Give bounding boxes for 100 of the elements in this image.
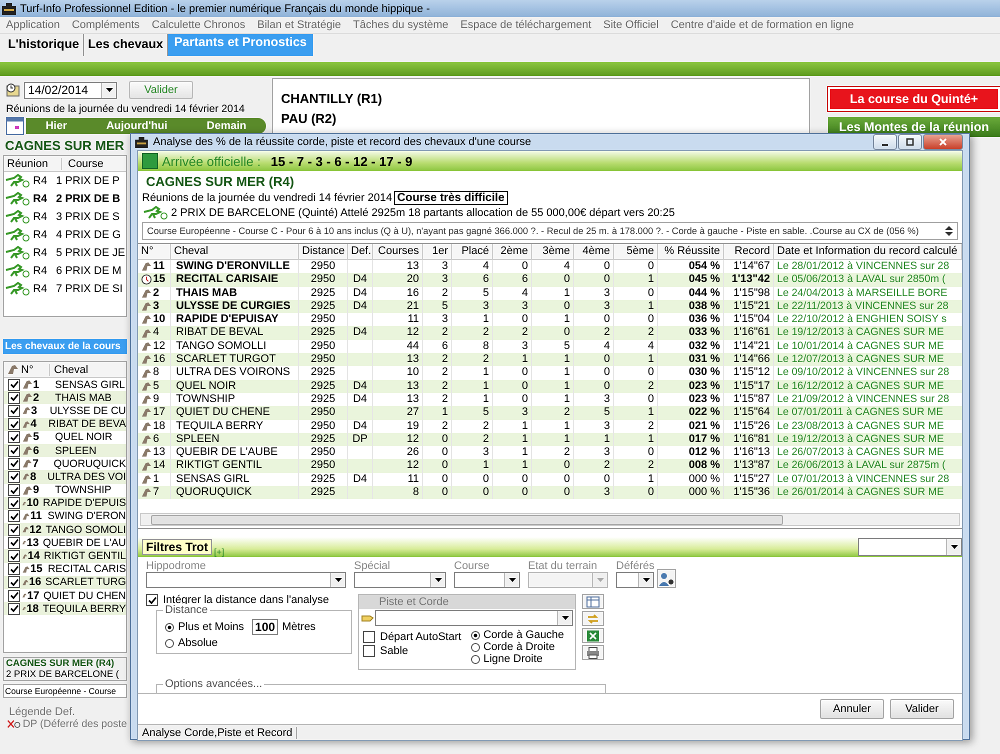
radio-button[interactable] bbox=[471, 654, 480, 664]
printer-icon[interactable] bbox=[582, 645, 604, 660]
column-header[interactable]: Def. bbox=[348, 244, 373, 259]
dialog-button[interactable]: Valider bbox=[890, 699, 954, 719]
race-row[interactable]: R4 7 PRIX DE SI bbox=[4, 280, 126, 298]
column-header[interactable]: Date et Information du record calculé bbox=[774, 244, 962, 259]
checkbox[interactable] bbox=[8, 404, 20, 417]
minimize-button[interactable] bbox=[873, 134, 897, 150]
trotter-icon bbox=[4, 174, 32, 188]
menu-item[interactable]: Centre d'aide et de formation en ligne bbox=[670, 19, 854, 31]
race-row[interactable]: R4 4 PRIX DE G bbox=[4, 226, 126, 244]
checkbox[interactable] bbox=[8, 602, 20, 615]
maximize-button[interactable] bbox=[898, 134, 922, 150]
table-cell: 038 % bbox=[658, 300, 724, 314]
column-header[interactable]: Courses bbox=[373, 244, 423, 259]
column-header[interactable]: 3ème bbox=[532, 244, 574, 259]
table-cell: 2 bbox=[423, 326, 452, 340]
tab[interactable]: L'historique bbox=[4, 34, 84, 56]
checkbox[interactable] bbox=[8, 484, 20, 496]
race-row[interactable]: R4 5 PRIX DE JE bbox=[4, 244, 126, 262]
column-header[interactable]: Cheval bbox=[171, 244, 299, 259]
table-cell: 008 % bbox=[658, 459, 724, 473]
table-cell-text: Le 26/07/2013 à CAGNES SUR ME bbox=[776, 446, 945, 460]
unit-label: Mètres bbox=[282, 621, 316, 633]
table-icon[interactable] bbox=[582, 594, 604, 609]
checkbox[interactable] bbox=[8, 536, 20, 549]
checkbox[interactable] bbox=[8, 550, 20, 562]
date-field[interactable]: 14/02/2014 bbox=[24, 82, 117, 98]
radio-button[interactable] bbox=[165, 622, 174, 632]
quinte-button[interactable]: La course du Quinté+ bbox=[828, 87, 1000, 111]
spreadsheet-icon[interactable] bbox=[582, 628, 604, 643]
help-button[interactable] bbox=[656, 569, 676, 588]
checkbox[interactable] bbox=[8, 576, 20, 588]
menu-item[interactable]: Tâches du système bbox=[353, 19, 448, 31]
checkbox[interactable] bbox=[8, 444, 20, 457]
caret-icon bbox=[334, 578, 342, 582]
race-row[interactable]: R4 3 PRIX DE S bbox=[4, 208, 126, 226]
column-header[interactable]: % Réussite bbox=[658, 244, 724, 259]
checkbox[interactable] bbox=[146, 594, 158, 606]
close-button[interactable] bbox=[923, 134, 963, 150]
table-cell: 045 % bbox=[658, 273, 724, 287]
filter-tab[interactable]: Filtres Trot bbox=[142, 539, 212, 555]
checkbox[interactable] bbox=[8, 378, 20, 391]
column-header[interactable]: Record bbox=[724, 244, 774, 259]
checkbox[interactable] bbox=[8, 431, 20, 444]
day-link[interactable]: Demain bbox=[206, 120, 246, 132]
column-header[interactable]: 2ème bbox=[493, 244, 532, 259]
maximize-icon bbox=[906, 138, 914, 146]
checkbox[interactable] bbox=[8, 590, 20, 602]
column-header[interactable]: Placé bbox=[452, 244, 493, 259]
meeting-link[interactable]: CHANTILLY (R1) bbox=[281, 89, 801, 109]
table-cell-text: Le 19/12/2013 à CAGNES SUR ME bbox=[776, 326, 945, 340]
spin-arrows-icon[interactable] bbox=[945, 225, 953, 237]
race-row[interactable]: R4 2 PRIX DE B bbox=[4, 190, 126, 208]
day-link[interactable]: Aujourd'hui bbox=[106, 120, 168, 132]
checkbox[interactable] bbox=[363, 645, 375, 657]
table-cell: 2 bbox=[614, 326, 658, 340]
table-cell: 2 bbox=[574, 459, 614, 473]
race-row[interactable]: R4 6 PRIX DE M bbox=[4, 262, 126, 280]
checkbox[interactable] bbox=[8, 470, 20, 483]
table-cell: D4 bbox=[348, 380, 373, 393]
checkbox[interactable] bbox=[8, 563, 20, 576]
dialog-button[interactable]: Annuler bbox=[820, 699, 884, 719]
checkbox[interactable] bbox=[8, 497, 20, 510]
table-cell: 1 bbox=[614, 353, 658, 366]
checkbox[interactable] bbox=[8, 510, 20, 522]
meeting-link[interactable]: PAU (R2) bbox=[281, 109, 801, 129]
radio-button[interactable] bbox=[471, 642, 480, 652]
menu-item[interactable]: Calculette Chronos bbox=[152, 19, 246, 31]
menu-item[interactable]: Espace de téléchargement bbox=[460, 19, 592, 31]
checkbox[interactable] bbox=[8, 418, 20, 430]
column-header[interactable]: 1er bbox=[423, 244, 452, 259]
dropdown[interactable] bbox=[616, 572, 654, 588]
checkbox[interactable] bbox=[8, 524, 20, 536]
menu-item[interactable]: Application bbox=[6, 19, 60, 31]
caret-icon bbox=[596, 578, 604, 582]
checkbox[interactable] bbox=[363, 631, 375, 643]
table-cell: 000 % bbox=[658, 486, 724, 500]
race-row[interactable]: R4 1 PRIX DE P bbox=[4, 172, 126, 190]
trotter-icon bbox=[4, 228, 32, 242]
calendar-icon[interactable] bbox=[6, 117, 24, 135]
column-header[interactable]: Distance bbox=[299, 244, 348, 259]
radio-button[interactable] bbox=[471, 630, 480, 640]
menu-item[interactable]: Bilan et Stratégie bbox=[257, 19, 342, 31]
table-cell-text: Le 05/06/2013 à LAVAL sur 2850m ( bbox=[776, 273, 947, 287]
column-header[interactable]: 5ème bbox=[614, 244, 658, 259]
day-link[interactable]: Hier bbox=[46, 120, 67, 132]
validate-button[interactable]: Valider bbox=[129, 81, 193, 99]
column-header[interactable]: N° bbox=[138, 244, 171, 259]
column-header[interactable]: 4ème bbox=[574, 244, 614, 259]
checkbox[interactable] bbox=[8, 458, 20, 470]
checkbox[interactable] bbox=[8, 392, 20, 404]
menu-item[interactable]: Site Officiel bbox=[603, 19, 659, 31]
radio-button[interactable] bbox=[165, 638, 174, 648]
distance-field[interactable]: 100 bbox=[252, 619, 278, 635]
horizontal-scrollbar[interactable] bbox=[140, 513, 960, 526]
table-cell: 1'15"17 bbox=[724, 380, 774, 393]
table-cell: QUORUQUICK bbox=[171, 486, 299, 500]
menu-item[interactable]: Compléments bbox=[72, 19, 140, 31]
table-cell: SPLEEN bbox=[171, 432, 299, 446]
